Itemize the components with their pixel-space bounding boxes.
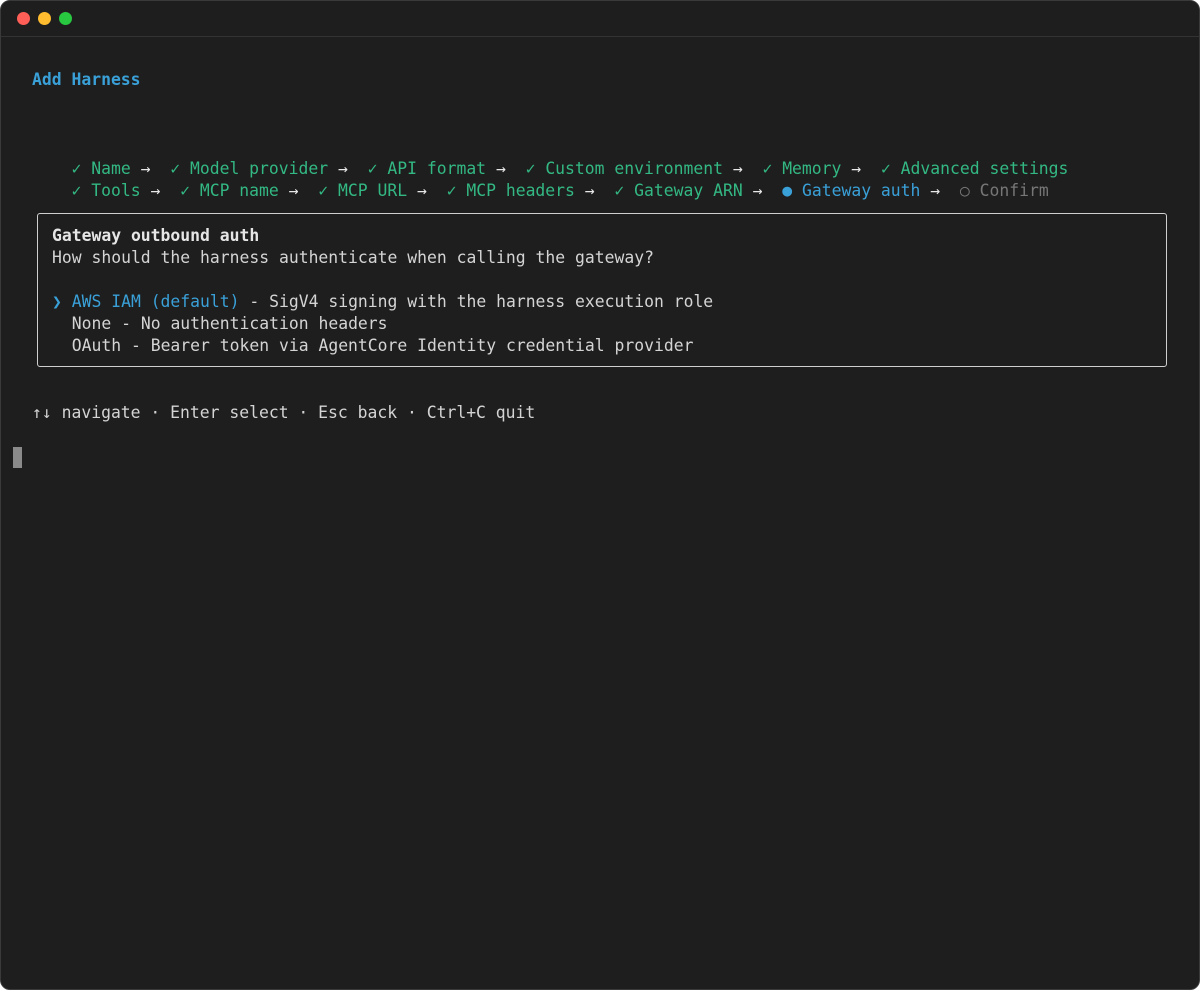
option-oauth[interactable]: OAuth - Bearer token via AgentCore Ident… bbox=[52, 335, 694, 357]
option-description: - No authentication headers bbox=[111, 314, 388, 333]
step-arrow: → bbox=[584, 181, 595, 200]
maximize-window-button[interactable] bbox=[59, 12, 72, 25]
step-confirm: ○ Confirm bbox=[959, 181, 1049, 200]
option-description: - SigV4 signing with the harness executi… bbox=[239, 292, 714, 311]
step-arrow: → bbox=[416, 181, 427, 200]
step-arrow: → bbox=[930, 181, 941, 200]
selection-pointer-icon: ❯ bbox=[52, 292, 62, 311]
step-tools: ✓ Tools bbox=[71, 181, 141, 200]
prompt-title: Gateway outbound auth bbox=[52, 226, 260, 245]
step-arrow: → bbox=[288, 181, 299, 200]
prompt-question: How should the harness authenticate when… bbox=[52, 248, 654, 267]
step-gateway-arn: ✓ Gateway ARN bbox=[614, 181, 743, 200]
option-none[interactable]: None - No authentication headers bbox=[52, 313, 388, 335]
page-title: Add Harness bbox=[32, 70, 141, 89]
step-arrow: → bbox=[150, 181, 161, 200]
option-description: - Bearer token via AgentCore Identity cr… bbox=[121, 336, 694, 355]
close-window-button[interactable] bbox=[17, 12, 30, 25]
option-label: OAuth bbox=[71, 336, 122, 355]
option-aws-iam[interactable]: ❯ AWS IAM (default) - SigV4 signing with… bbox=[52, 291, 713, 313]
step-mcp-name: ✓ MCP name bbox=[180, 181, 279, 200]
step-arrow: → bbox=[752, 181, 763, 200]
minimize-window-button[interactable] bbox=[38, 12, 51, 25]
step-gateway-auth: ● Gateway auth bbox=[782, 181, 921, 200]
terminal-window: Add Harness ✓ Name → ✓ Model provider → … bbox=[0, 0, 1200, 990]
option-label: None bbox=[71, 314, 112, 333]
prompt-box: Gateway outbound auth How should the har… bbox=[37, 213, 1167, 367]
step-mcp-url: ✓ MCP URL bbox=[318, 181, 408, 200]
title-bar bbox=[1, 1, 1199, 37]
keyboard-hint: ↑↓ navigate · Enter select · Esc back · … bbox=[32, 403, 536, 422]
step-mcp-headers: ✓ MCP headers bbox=[446, 181, 575, 200]
option-label: AWS IAM (default) bbox=[71, 292, 240, 311]
terminal-cursor bbox=[13, 447, 22, 468]
